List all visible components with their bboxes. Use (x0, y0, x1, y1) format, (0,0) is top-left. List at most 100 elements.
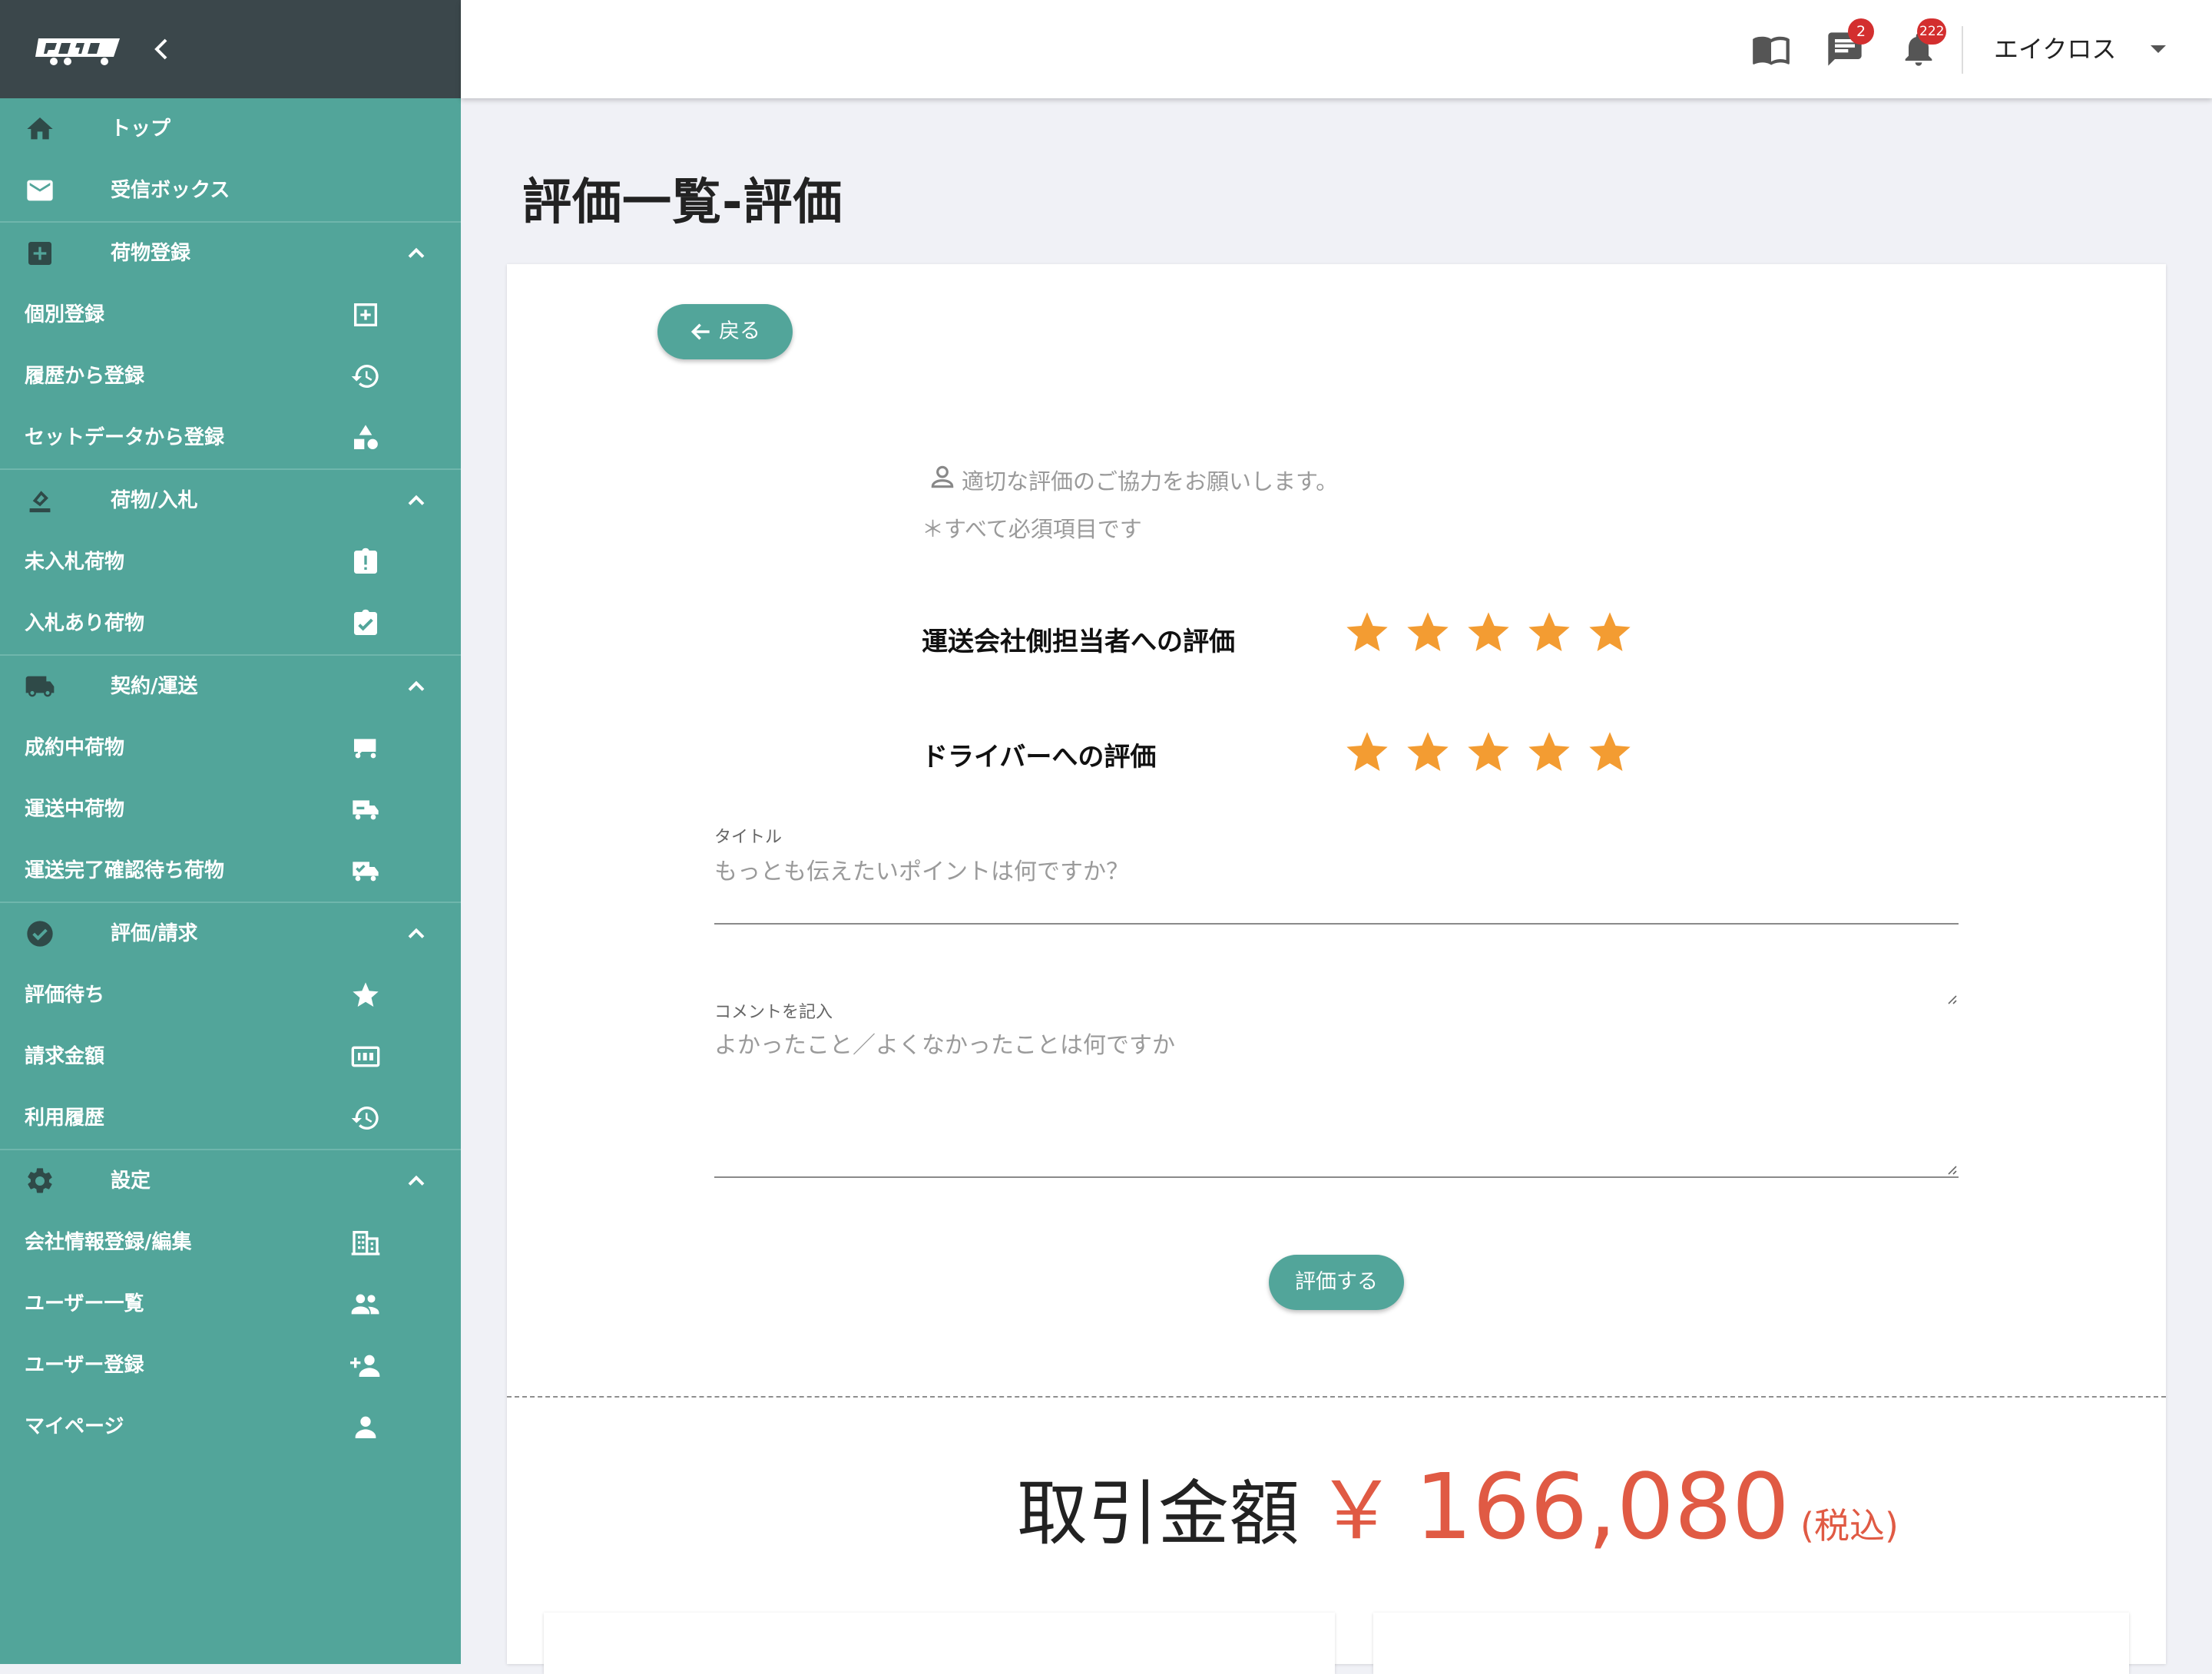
sidebar-item-company-info[interactable]: 会社情報登録/編集 (0, 1212, 461, 1273)
submit-rating-button[interactable]: 評価する (1269, 1255, 1404, 1310)
add-square-icon (354, 303, 377, 326)
comment-textarea[interactable]: よかったこと／よくなかったことは何ですか (714, 1026, 1175, 1060)
detail-card-left (544, 1613, 1335, 1674)
sidebar-item-unbid-cargo[interactable]: 未入札荷物 (0, 531, 461, 593)
rating-stars-driver[interactable] (1343, 728, 1650, 777)
collapse-sidebar-icon[interactable] (151, 34, 172, 65)
add-box-icon (28, 242, 51, 265)
resize-handle-icon[interactable] (1945, 1163, 1957, 1175)
sidebar-item-label: 個別登録 (25, 303, 105, 326)
clipboard-alert-icon (354, 548, 377, 574)
sidebar-item-label: 運送完了確認待ち荷物 (25, 859, 225, 882)
messages-badge: 2 (1848, 18, 1874, 45)
rating-star-icon[interactable] (1403, 728, 1452, 777)
sidebar-item-top[interactable]: トップ (0, 98, 461, 160)
sidebar-item-label: ユーザー一覧 (25, 1292, 144, 1315)
sidebar-item-label: 会社情報登録/編集 (25, 1231, 192, 1254)
sidebar-item-inbox[interactable]: 受信ボックス (0, 160, 461, 221)
title-input-underline (714, 923, 1959, 925)
caret-down-icon[interactable] (2149, 43, 2167, 55)
sidebar-item-user-register[interactable]: ユーザー登録 (0, 1335, 461, 1396)
chevron-up-icon[interactable] (402, 920, 430, 948)
sidebar-item-label: 設定 (111, 1169, 151, 1193)
gear-icon (28, 1168, 52, 1193)
sidebar-item-awaiting-rating[interactable]: 評価待ち (0, 964, 461, 1026)
sidebar-item-in-transit-cargo[interactable]: 運送中荷物 (0, 779, 461, 840)
sidebar-section-rating-billing[interactable]: 評価/請求 (0, 902, 461, 964)
sidebar-item-bid-cargo[interactable]: 入札あり荷物 (0, 593, 461, 654)
transaction-amount: 取引金額 ￥ 166,080 (税込) (1017, 1445, 1899, 1561)
rating-card: 戻る 適切な評価のご協力をお願いします。 ＊すべて必須項目です 運送会社側担当者… (507, 264, 2166, 1664)
sidebar-item-label: 評価待ち (25, 984, 105, 1007)
rating-star-icon[interactable] (1585, 608, 1634, 657)
rating-star-icon[interactable] (1585, 728, 1634, 777)
chevron-up-icon[interactable] (402, 240, 430, 267)
sidebar-section-settings[interactable]: 設定 (0, 1149, 461, 1212)
notifications-button[interactable]: 222 (1899, 18, 1947, 69)
manual-book-icon[interactable] (1751, 29, 1791, 69)
sidebar-section-contract-transport[interactable]: 契約/運送 (0, 654, 461, 717)
chevron-up-icon[interactable] (402, 673, 430, 700)
title-input[interactable]: もっとも伝えたいポイントは何ですか？ (714, 852, 1129, 886)
sidebar-item-awaiting-completion-cargo[interactable]: 運送完了確認待ち荷物 (0, 840, 461, 902)
truck-moving-icon (353, 800, 379, 820)
top-bar: 2 222 エイクロス (461, 0, 2212, 98)
messages-button[interactable]: 2 (1825, 18, 1874, 69)
hint-text: 適切な評価のご協力をお願いします。 (962, 468, 1339, 495)
sidebar-item-label: 荷物/入札 (111, 489, 198, 512)
arrow-left-icon (690, 323, 710, 340)
rating-star-icon[interactable] (1464, 608, 1513, 657)
sidebar-item-contracted-cargo[interactable]: 成約中荷物 (0, 717, 461, 779)
clipboard-check-icon (354, 609, 377, 635)
sidebar-item-billing-amount[interactable]: 請求金額 (0, 1026, 461, 1087)
rating-star-icon[interactable] (1343, 728, 1392, 777)
sidebar-item-label: ユーザー登録 (25, 1354, 144, 1377)
sidebar-section-cargo-register[interactable]: 荷物登録 (0, 221, 461, 284)
resize-handle-icon[interactable] (1945, 992, 1957, 1004)
notifications-badge: 222 (1917, 18, 1947, 45)
page-title: 評価一覧-評価 (522, 174, 843, 231)
title-field-label: タイトル (714, 828, 783, 847)
person-icon (355, 1416, 376, 1438)
rating-star-icon[interactable] (1403, 608, 1452, 657)
rating-star-icon[interactable] (1525, 728, 1574, 777)
logo[interactable] (34, 29, 123, 68)
sidebar-item-user-list[interactable]: ユーザー一覧 (0, 1273, 461, 1335)
amount-label: 取引金額 (1017, 1473, 1300, 1555)
tax-label: (税込) (1800, 1505, 1899, 1547)
building-icon (351, 1231, 380, 1256)
home-icon (27, 117, 53, 140)
sidebar-item-label: 未入札荷物 (25, 551, 125, 574)
sidebar-item-register-from-set-data[interactable]: セットデータから登録 (0, 407, 461, 468)
rating-star-icon[interactable] (1525, 608, 1574, 657)
rating-stars-company-staff[interactable] (1343, 608, 1650, 657)
sidebar-item-label: 受信ボックス (111, 179, 230, 202)
sidebar-item-label: 請求金額 (25, 1045, 105, 1068)
chevron-up-icon[interactable] (402, 487, 430, 514)
sidebar-item-label: 利用履歴 (25, 1107, 105, 1130)
sidebar-section-cargo-bid[interactable]: 荷物/入札 (0, 468, 461, 531)
dashed-divider (507, 1396, 2166, 1398)
counter-icon (351, 1046, 380, 1067)
sidebar-item-label: 荷物登録 (111, 242, 191, 265)
sidebar-item-label: 履歴から登録 (25, 365, 145, 388)
user-name[interactable]: エイクロス (1994, 0, 2116, 98)
bid-icon (29, 491, 51, 513)
rating-star-icon[interactable] (1343, 608, 1392, 657)
rating-label-driver: ドライバーへの評価 (922, 742, 1157, 772)
sidebar-item-mypage[interactable]: マイページ (0, 1396, 461, 1457)
sidebar-item-individual-register[interactable]: 個別登録 (0, 284, 461, 346)
check-circle-icon (27, 921, 53, 947)
required-note: ＊すべて必須項目です (922, 516, 1142, 542)
chevron-up-icon[interactable] (402, 1167, 430, 1195)
truck-icon (25, 676, 55, 697)
sidebar-item-usage-history[interactable]: 利用履歴 (0, 1087, 461, 1149)
sidebar-item-label: 運送中荷物 (25, 798, 125, 821)
sidebar-item-register-from-history[interactable]: 履歴から登録 (0, 346, 461, 407)
back-button[interactable]: 戻る (657, 304, 793, 359)
currency-symbol: ￥ (1316, 1464, 1397, 1557)
truck-check-icon (353, 862, 379, 882)
rating-label-company-staff: 運送会社側担当者への評価 (922, 627, 1235, 657)
flatbed-truck-icon (354, 739, 376, 759)
rating-star-icon[interactable] (1464, 728, 1513, 777)
